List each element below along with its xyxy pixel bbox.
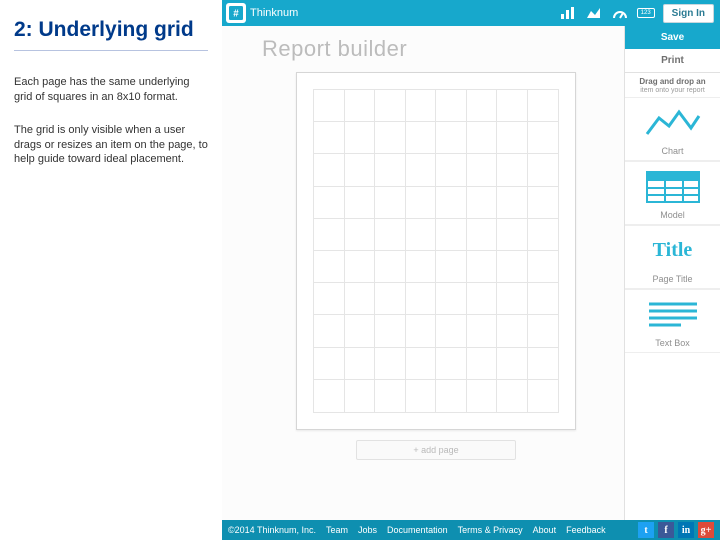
text-lines-icon — [643, 296, 703, 334]
nav-count-badge[interactable]: 123 — [637, 8, 655, 18]
nav-gauge-icon[interactable] — [611, 5, 629, 21]
slide-paragraph: Each page has the same underlying grid o… — [14, 75, 208, 105]
widget-label: Chart — [625, 146, 720, 156]
add-page-button[interactable]: + add page — [356, 440, 516, 460]
line-chart-icon — [643, 104, 703, 142]
widget-label: Text Box — [625, 338, 720, 348]
widget-model[interactable]: Model — [625, 161, 720, 225]
footer-link[interactable]: Terms & Privacy — [458, 525, 523, 535]
google-plus-icon[interactable]: g+ — [698, 522, 714, 538]
page-title: Report builder — [262, 36, 610, 62]
signin-button[interactable]: Sign In — [663, 4, 714, 23]
app-footer: ©2014 Thinknum, Inc. Team Jobs Documenta… — [222, 520, 720, 540]
nav-area-chart-icon[interactable] — [585, 5, 603, 21]
svg-text:#: # — [233, 9, 239, 20]
footer-link[interactable]: About — [533, 525, 557, 535]
widget-sidebar: Save Print Drag and drop an item onto yo… — [624, 26, 720, 520]
widget-label: Model — [625, 210, 720, 220]
app-screenshot: # Thinknum 123 Sign In Report builder — [222, 0, 720, 540]
widget-label: Page Title — [625, 274, 720, 284]
app-topbar: # Thinknum 123 Sign In — [222, 0, 720, 26]
linkedin-icon[interactable]: in — [678, 522, 694, 538]
save-button[interactable]: Save — [625, 26, 720, 49]
widget-chart[interactable]: Chart — [625, 97, 720, 161]
table-icon — [643, 168, 703, 206]
report-page-canvas[interactable] — [296, 72, 576, 430]
footer-link[interactable]: Team — [326, 525, 348, 535]
underlying-grid — [314, 90, 558, 412]
footer-link[interactable]: Jobs — [358, 525, 377, 535]
widget-page-title[interactable]: Title Page Title — [625, 225, 720, 289]
slide-text-column: 2: Underlying grid Each page has the sam… — [0, 0, 222, 540]
widget-text-box[interactable]: Text Box — [625, 289, 720, 353]
nav-bar-chart-icon[interactable] — [559, 5, 577, 21]
title-icon: Title — [643, 232, 703, 270]
footer-copyright: ©2014 Thinknum, Inc. — [228, 525, 316, 535]
brand-name: Thinknum — [250, 7, 298, 19]
hash-icon: # — [226, 3, 246, 23]
twitter-icon[interactable]: t — [638, 522, 654, 538]
brand[interactable]: # Thinknum — [222, 3, 298, 23]
sidebar-hint: Drag and drop an item onto your report — [625, 73, 720, 97]
social-links: t f in g+ — [638, 522, 714, 538]
print-button[interactable]: Print — [625, 49, 720, 73]
footer-link[interactable]: Feedback — [566, 525, 606, 535]
slide-title: 2: Underlying grid — [14, 18, 208, 51]
facebook-icon[interactable]: f — [658, 522, 674, 538]
footer-link[interactable]: Documentation — [387, 525, 448, 535]
slide-paragraph: The grid is only visible when a user dra… — [14, 123, 208, 168]
